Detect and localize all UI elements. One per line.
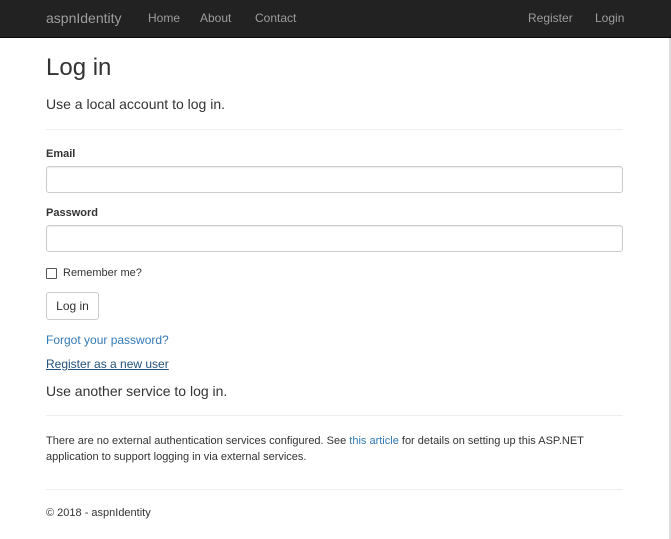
email-input[interactable]	[46, 166, 623, 193]
external-login-title: Use another service to log in.	[46, 383, 228, 399]
page-title: Log in	[46, 54, 112, 81]
nav-link-login[interactable]: Login	[595, 11, 624, 25]
nav-link-register[interactable]: Register	[528, 11, 573, 25]
forgot-password-link[interactable]: Forgot your password?	[46, 333, 169, 347]
remember-me-row[interactable]: Remember me?	[46, 266, 142, 280]
divider	[46, 415, 623, 416]
nav-link-home[interactable]: Home	[148, 11, 180, 25]
navbar-brand-link[interactable]: aspnIdentity	[46, 10, 122, 26]
external-login-message: There are no external authentication ser…	[46, 433, 623, 465]
register-new-user-link[interactable]: Register as a new user	[46, 357, 169, 371]
password-input[interactable]	[46, 225, 623, 252]
footer-copyright: © 2018 - aspnIdentity	[46, 507, 151, 519]
remember-me-checkbox[interactable]	[46, 267, 57, 279]
page-subtitle: Use a local account to log in.	[46, 96, 225, 112]
nav-link-about[interactable]: About	[200, 11, 231, 25]
navbar: aspnIdentity Home About Contact Register…	[0, 0, 671, 38]
footer-divider	[46, 489, 623, 490]
remember-me-label[interactable]: Remember me?	[63, 267, 142, 279]
this-article-link[interactable]: this article	[349, 435, 399, 447]
external-message-text-before: There are no external authentication ser…	[46, 435, 350, 447]
log-in-button[interactable]: Log in	[46, 292, 99, 320]
nav-link-contact[interactable]: Contact	[255, 11, 296, 25]
divider	[46, 129, 623, 130]
email-label: Email	[46, 148, 76, 160]
password-label: Password	[46, 207, 98, 219]
